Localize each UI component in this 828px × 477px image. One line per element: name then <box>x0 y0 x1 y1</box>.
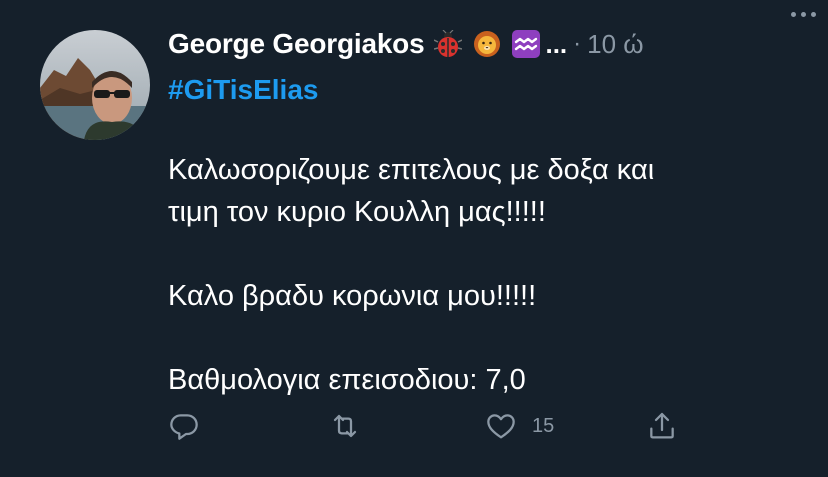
like-button[interactable]: 15 <box>484 410 554 442</box>
like-icon <box>487 414 515 439</box>
retweet-icon <box>333 414 357 438</box>
avatar-photo <box>40 30 150 140</box>
tweet-content: George Georgiakos ... · 10 ώ #GiTisElias… <box>168 24 804 401</box>
tweet-text-line: Βαθμολογια επεισοδιου: 7,0 <box>168 364 526 396</box>
more-dot-icon <box>811 12 816 17</box>
retweet-button[interactable] <box>328 410 362 442</box>
more-dot-icon <box>801 12 806 17</box>
tweet-actions: 15 <box>168 410 688 450</box>
more-options-button[interactable] <box>791 12 816 17</box>
tweet-header: George Georgiakos ... · 10 ώ <box>168 24 804 64</box>
tweet-text-line: τιμη τον κυριο Κουλλη μας!!!!! <box>168 196 546 228</box>
avatar[interactable] <box>40 30 150 140</box>
tweet-timestamp[interactable]: 10 ώ <box>587 29 643 60</box>
author-name[interactable]: George Georgiakos <box>168 28 425 60</box>
name-truncation: ... <box>545 28 568 59</box>
tweet-text-line: Καλο βραδυ κορωνια μου!!!!! <box>168 280 537 312</box>
aquarius-emoji-icon <box>511 29 541 59</box>
like-count: 15 <box>532 414 555 437</box>
tweet-text: Καλωσοριζουμε επιτελους με δοξα και τιμη… <box>168 149 804 401</box>
header-separator: · <box>573 30 582 57</box>
reply-icon <box>170 414 198 440</box>
share-icon <box>650 412 674 439</box>
lion-emoji-icon <box>472 29 502 59</box>
share-button[interactable] <box>646 410 678 442</box>
tweet-text-line: Καλωσοριζουμε επιτελους με δοξα και <box>168 154 655 186</box>
ladybug-emoji-icon <box>433 29 463 59</box>
hashtag-link[interactable]: #GiTisElias <box>168 70 804 110</box>
reply-button[interactable] <box>168 410 200 442</box>
more-dot-icon <box>791 12 796 17</box>
tweet-card[interactable]: George Georgiakos ... · 10 ώ #GiTisElias… <box>0 0 828 477</box>
